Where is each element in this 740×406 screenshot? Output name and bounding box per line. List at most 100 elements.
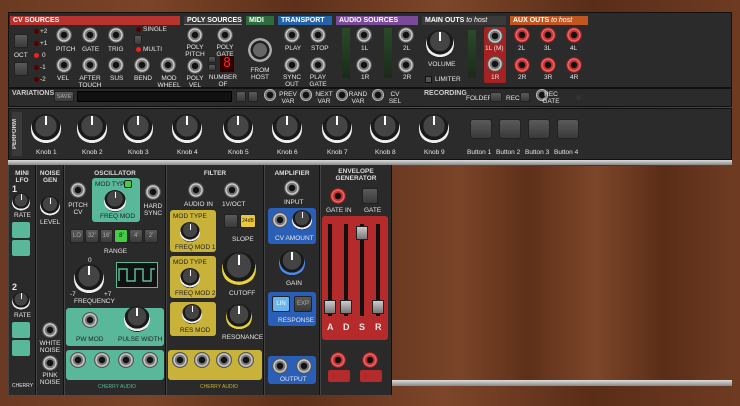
audio-1r-jack[interactable] <box>356 57 372 73</box>
aux-2r-jack[interactable] <box>514 57 530 73</box>
limiter-checkbox[interactable] <box>425 76 432 83</box>
osc-out-4[interactable] <box>142 352 158 368</box>
slope-12-button[interactable] <box>224 214 238 228</box>
freq-mod-knob[interactable] <box>104 190 126 212</box>
filter-out-2[interactable] <box>194 352 210 368</box>
audio-2l-jack[interactable] <box>398 27 414 43</box>
after-touch-jack[interactable] <box>82 57 98 73</box>
osc-mod-type-button[interactable] <box>124 180 132 188</box>
env-out-2-jack[interactable] <box>362 352 378 368</box>
cutoff-knob[interactable] <box>222 252 256 286</box>
pitch-cv-jack[interactable] <box>70 182 86 198</box>
lfo1-out-2[interactable] <box>12 240 30 256</box>
sus-jack[interactable] <box>108 57 124 73</box>
noise-level-knob[interactable] <box>40 196 60 216</box>
env-gate-in-jack[interactable] <box>330 188 346 204</box>
filter-out-4[interactable] <box>238 352 254 368</box>
osc-out-2[interactable] <box>94 352 110 368</box>
audio-1l-jack[interactable] <box>356 27 372 43</box>
vel-jack[interactable] <box>56 57 72 73</box>
decay-slider[interactable] <box>340 300 352 314</box>
pitch-jack[interactable] <box>56 27 72 43</box>
rand-var-jack[interactable] <box>336 89 348 101</box>
frequency-knob[interactable] <box>74 264 104 294</box>
cv-amount-jack[interactable] <box>272 212 288 228</box>
play-gate-jack[interactable] <box>310 57 326 73</box>
range-16[interactable]: 16' <box>99 229 114 243</box>
next-var-jack[interactable] <box>300 89 312 101</box>
aux-4l-jack[interactable] <box>566 27 582 43</box>
perform-button-1[interactable] <box>470 119 492 139</box>
main-1r-jack[interactable] <box>487 56 503 72</box>
hard-sync-jack[interactable] <box>145 184 161 200</box>
lfo2-out-2[interactable] <box>12 340 30 356</box>
volume-knob[interactable] <box>426 30 454 58</box>
lfo1-out-1[interactable] <box>12 222 30 238</box>
lfo2-out-1[interactable] <box>12 322 30 338</box>
sustain-slider[interactable] <box>356 226 368 240</box>
save-button[interactable]: SAVE <box>54 91 74 102</box>
amp-input-jack[interactable] <box>284 180 300 196</box>
osc-out-3[interactable] <box>118 352 134 368</box>
range-4[interactable]: 4' <box>129 229 144 243</box>
gate-jack[interactable] <box>82 27 98 43</box>
var-left-button[interactable] <box>236 91 246 102</box>
cv-sel-jack[interactable] <box>372 89 384 101</box>
gain-knob[interactable] <box>279 250 305 276</box>
bend-jack[interactable] <box>134 57 150 73</box>
filter-audio-in-jack[interactable] <box>188 182 204 198</box>
perform-knob-2[interactable] <box>77 114 107 144</box>
rec-button[interactable] <box>520 92 530 102</box>
single-multi-switch[interactable] <box>134 35 142 45</box>
stop-jack[interactable] <box>310 27 326 43</box>
aux-2l-jack[interactable] <box>514 27 530 43</box>
prev-var-jack[interactable] <box>264 89 276 101</box>
filter-out-1[interactable] <box>172 352 188 368</box>
audio-2r-jack[interactable] <box>398 57 414 73</box>
white-noise-jack[interactable] <box>42 322 58 338</box>
oct-up-button[interactable] <box>14 34 28 48</box>
perform-knob-3[interactable] <box>123 114 153 144</box>
cv-amount-knob[interactable] <box>292 210 312 230</box>
osc-out-1[interactable] <box>70 352 86 368</box>
exp-button[interactable]: EXP <box>294 296 312 312</box>
sync-out-jack[interactable] <box>284 57 300 73</box>
range-32[interactable]: 32' <box>84 229 99 243</box>
perform-knob-6[interactable] <box>272 114 302 144</box>
oct-down-button[interactable] <box>14 62 28 76</box>
poly-gate-jack[interactable] <box>217 27 233 43</box>
voices-up-button[interactable] <box>208 56 216 63</box>
res-mod-knob[interactable] <box>182 304 202 324</box>
folder-button[interactable] <box>490 92 502 102</box>
pw-mod-jack[interactable] <box>82 312 98 328</box>
resonance-knob[interactable] <box>226 304 252 330</box>
range-2[interactable]: 2' <box>144 229 158 243</box>
poly-vel-jack[interactable] <box>187 58 203 74</box>
aux-3l-jack[interactable] <box>540 27 556 43</box>
amp-output-minus-jack[interactable] <box>272 358 288 374</box>
poly-pitch-jack[interactable] <box>187 27 203 43</box>
lin-button[interactable]: LIN <box>272 296 290 312</box>
slope-24-button[interactable]: 24dB <box>240 214 256 228</box>
perform-knob-9[interactable] <box>419 114 449 144</box>
freq-mod-1-knob[interactable] <box>180 222 200 242</box>
pink-noise-jack[interactable] <box>42 355 58 371</box>
var-right-button[interactable] <box>248 91 258 102</box>
perform-knob-5[interactable] <box>223 114 253 144</box>
release-slider[interactable] <box>372 300 384 314</box>
main-1l-jack[interactable] <box>487 28 503 44</box>
range-lo[interactable]: LO <box>70 229 84 243</box>
trig-jack[interactable] <box>108 27 124 43</box>
aux-3r-jack[interactable] <box>540 57 556 73</box>
range-8[interactable]: 8' <box>114 229 129 243</box>
pulse-width-knob[interactable] <box>124 306 150 332</box>
lfo2-rate-knob[interactable] <box>12 292 30 310</box>
perform-button-3[interactable] <box>528 119 550 139</box>
env-out-1-jack[interactable] <box>330 352 346 368</box>
perform-knob-1[interactable] <box>31 114 61 144</box>
voices-down-button[interactable] <box>208 64 216 71</box>
mod-wheel-jack[interactable] <box>160 57 176 73</box>
play-jack[interactable] <box>284 27 300 43</box>
perform-knob-4[interactable] <box>172 114 202 144</box>
filter-voct-jack[interactable] <box>224 182 240 198</box>
